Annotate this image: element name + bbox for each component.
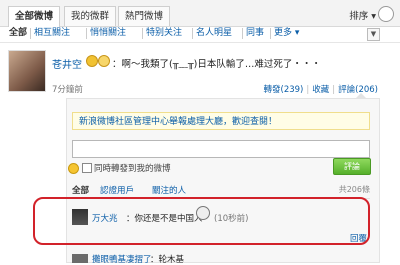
refresh-icon[interactable]	[378, 6, 394, 22]
tab-hot-weibo[interactable]: 熱門微博	[118, 6, 171, 26]
comment-username[interactable]: 攤眼鴨基凄摺了	[92, 253, 152, 265]
comment-tab-verified[interactable]: 認證用戶	[100, 184, 134, 196]
sync-checkbox[interactable]	[82, 163, 92, 173]
highlight-ring	[33, 197, 370, 245]
notice-banner[interactable]: 新浪微博社區管理中心舉報處理大廳，歡迎查閱！	[72, 112, 370, 130]
comment-input[interactable]	[72, 140, 370, 158]
send-comment-button[interactable]: 評論	[333, 158, 371, 175]
comment-text: ：轮木基	[150, 255, 185, 265]
comment-avatar[interactable]	[72, 254, 88, 263]
post-username[interactable]: 苍井空	[52, 56, 82, 71]
tab-all-weibo[interactable]: 全部微博	[8, 6, 61, 27]
emoji-icon	[98, 55, 110, 67]
filter-colleague[interactable]: 同事	[242, 28, 267, 39]
sync-label: 同時轉發到我的微博	[94, 164, 171, 174]
filter-more[interactable]: 更多 ▾	[270, 28, 302, 39]
smiley-icon[interactable]	[68, 163, 79, 174]
verified-badge-icon	[86, 55, 98, 67]
filter-secret[interactable]: 悄悄關注	[86, 28, 129, 39]
sort-menu[interactable]: 排序 ▾	[349, 8, 376, 22]
filter-special[interactable]: 特别关注	[142, 28, 185, 39]
filter-mutual[interactable]: 相互關注	[30, 28, 73, 39]
filter-all[interactable]: 全部	[6, 28, 30, 39]
chevron-down-icon[interactable]: ▼	[367, 28, 380, 41]
avatar[interactable]	[8, 50, 46, 92]
sort-label: 排序	[349, 11, 369, 22]
tab-my-groups[interactable]: 我的微群	[64, 6, 117, 26]
filter-celebrity[interactable]: 名人明星	[192, 28, 235, 39]
post-time[interactable]: 7分鐘前	[52, 83, 83, 95]
comment-count: 共206條	[338, 185, 370, 194]
comment-tab-all[interactable]: 全部	[72, 184, 89, 196]
comment-tab-following[interactable]: 關注的人	[152, 184, 186, 196]
forward-link[interactable]: 轉發(239)	[264, 85, 304, 95]
favorite-link[interactable]: 收藏	[312, 85, 329, 95]
post-text: ：啊～我類了(╥﹏╥)日本队輸了…难过死了・・・	[112, 59, 321, 70]
